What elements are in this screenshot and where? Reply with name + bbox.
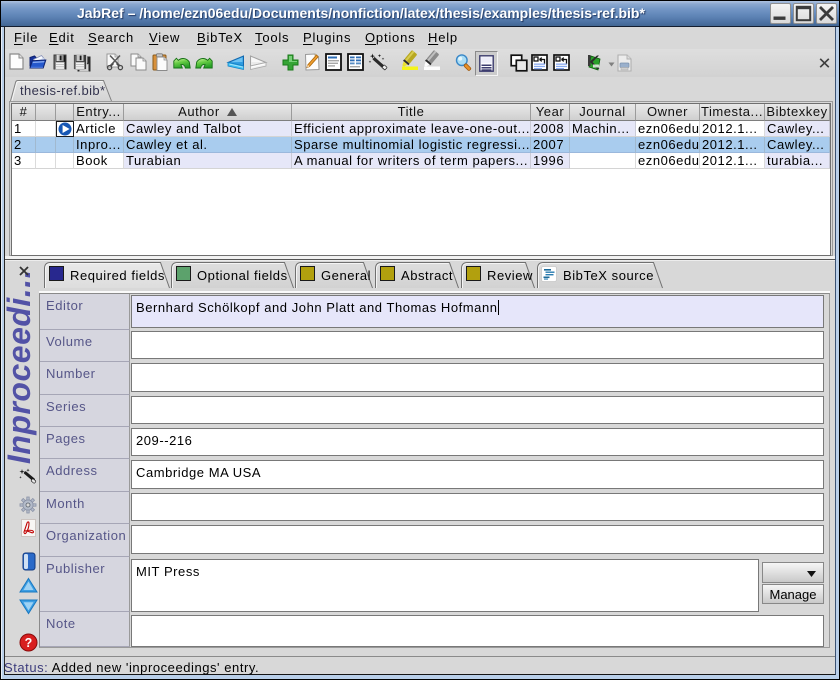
svg-text:?: ? [25,636,33,650]
